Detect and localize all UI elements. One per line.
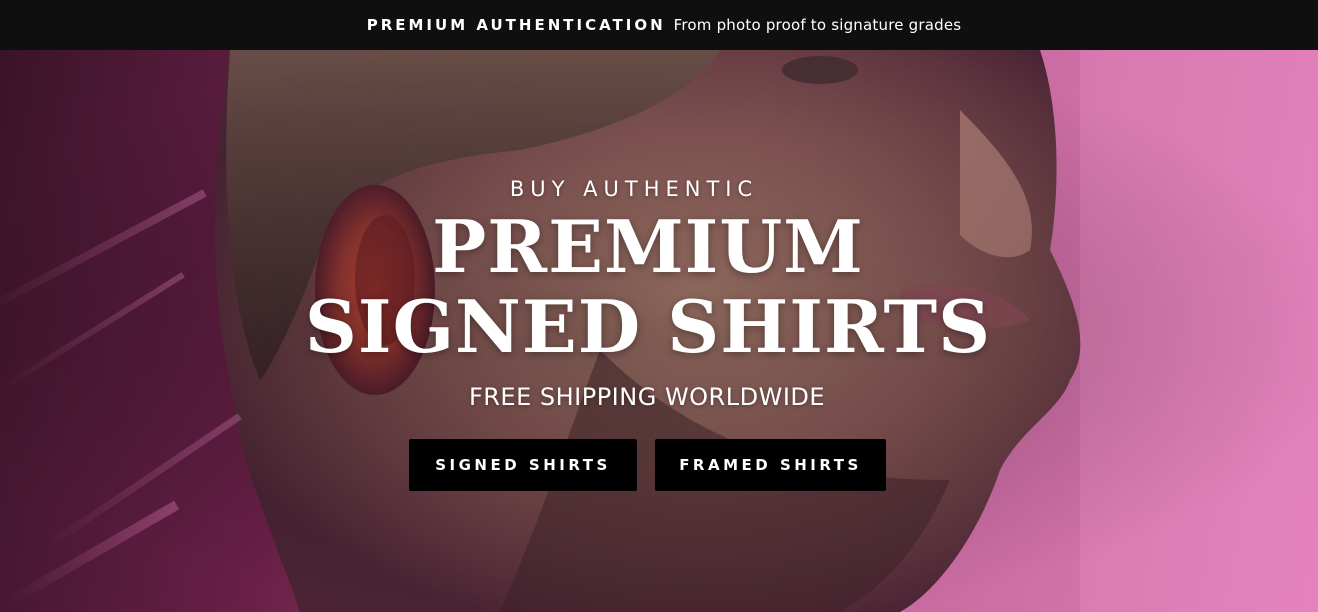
announcement-strong: PREMIUM AUTHENTICATION — [366, 16, 666, 34]
hero-banner: BUY AUTHENTIC PREMIUM SIGNED SHIRTS FREE… — [0, 50, 1318, 612]
hero-eyebrow: BUY AUTHENTIC — [509, 177, 759, 201]
hero-subhead: FREE SHIPPING WORLDWIDE — [468, 383, 826, 411]
hero-content: BUY AUTHENTIC PREMIUM SIGNED SHIRTS FREE… — [0, 50, 1318, 612]
hero-cta-row: SIGNED SHIRTS FRAMED SHIRTS — [409, 439, 886, 491]
hero-headline: PREMIUM SIGNED SHIRTS — [304, 204, 992, 369]
announcement-text: From photo proof to signature grades — [673, 16, 962, 34]
framed-shirts-button[interactable]: FRAMED SHIRTS — [655, 439, 886, 491]
signed-shirts-button[interactable]: SIGNED SHIRTS — [409, 439, 637, 491]
announcement-bar: PREMIUM AUTHENTICATION From photo proof … — [0, 0, 1318, 50]
